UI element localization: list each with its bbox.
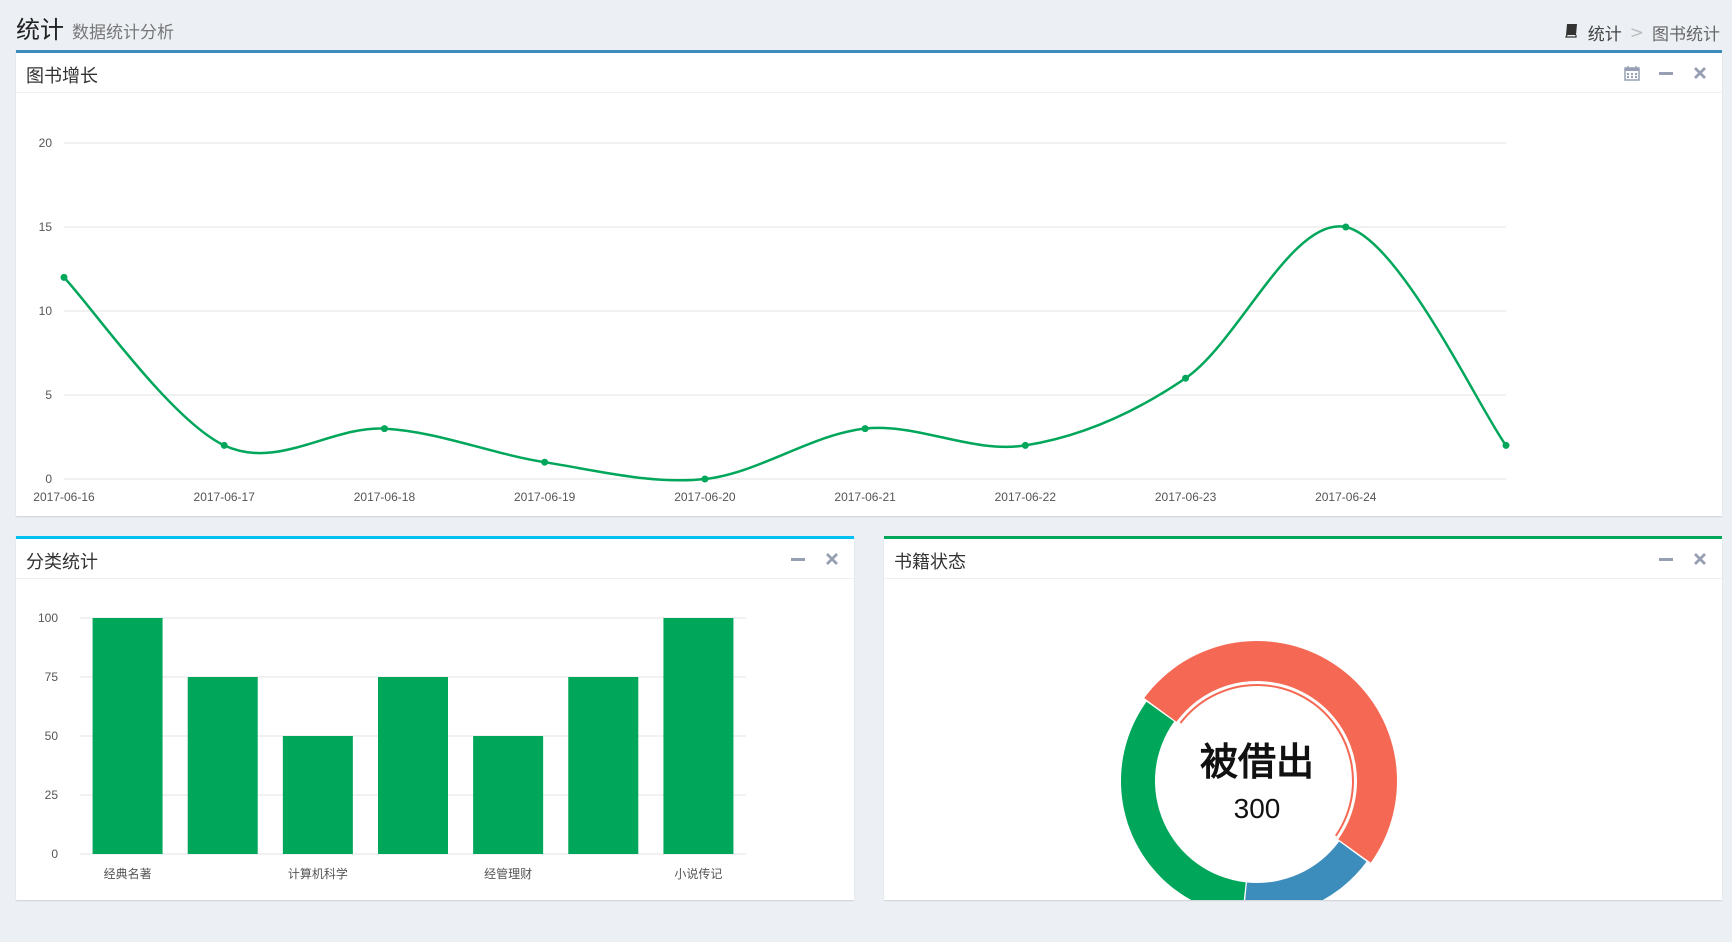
minimize-button[interactable]: [1656, 549, 1676, 569]
growth-line-chart: 0 5 10 15 20 2017-06-16 2017-06-17 2017-06-18 20…: [33, 136, 1510, 504]
book-icon: [1564, 22, 1580, 43]
category-panel-tools: [788, 549, 842, 569]
calendar-icon[interactable]: [1622, 63, 1642, 83]
y-tick-label: 20: [39, 136, 53, 150]
donut-slice[interactable]: [1244, 841, 1367, 900]
bar[interactable]: [568, 677, 639, 854]
y-tick-label: 50: [45, 729, 59, 743]
category-panel-title: 分类统计: [26, 552, 98, 573]
x-tick-label: 2017-06-19: [514, 490, 576, 504]
data-point[interactable]: [1502, 441, 1510, 449]
page-header: 统计 数据统计分析 统计 > 图书统计: [16, 6, 1720, 46]
x-tick-label: 小说传记: [674, 866, 722, 881]
bar[interactable]: [473, 736, 544, 854]
minus-icon: [1659, 72, 1673, 75]
growth-panel-title: 图书增长: [26, 66, 98, 87]
growth-panel-header: 图书增长: [16, 53, 1722, 93]
y-tick-label: 75: [45, 670, 59, 684]
x-tick-label: 2017-06-18: [354, 490, 416, 504]
x-tick-label: 计算机科学: [288, 866, 348, 881]
close-icon: [1694, 553, 1706, 565]
data-point[interactable]: [380, 425, 388, 433]
bar[interactable]: [187, 677, 258, 854]
minimize-button[interactable]: [788, 549, 808, 569]
minus-icon: [1659, 558, 1673, 561]
growth-line-series: [63, 225, 1508, 482]
y-tick-label: 5: [45, 388, 52, 402]
data-point[interactable]: [1182, 374, 1190, 382]
data-point[interactable]: [701, 475, 709, 483]
breadcrumb-separator: >: [1629, 22, 1644, 43]
growth-panel: 图书增长 0 5 10 15 20 2017-06-16 2017-06-17 2017-06…: [16, 50, 1722, 516]
x-tick-label: 2017-06-17: [194, 490, 256, 504]
donut-center-value: 300: [1234, 793, 1281, 824]
page-title: 统计: [16, 16, 64, 44]
category-bar-chart: 0 25 50 75 100 经典名著 计算机科学 经管理财 小说传记: [38, 611, 746, 881]
donut-slice[interactable]: [1121, 701, 1246, 900]
data-point[interactable]: [1342, 223, 1350, 231]
breadcrumb-current: 图书统计: [1652, 25, 1720, 45]
close-icon: [826, 553, 838, 565]
y-tick-label: 100: [38, 611, 58, 625]
close-icon: [1694, 67, 1706, 79]
x-tick-label: 2017-06-22: [995, 490, 1057, 504]
y-tick-label: 25: [45, 788, 59, 802]
status-panel: 书籍状态 被借出 300: [884, 536, 1722, 900]
breadcrumb: 统计 > 图书统计: [1564, 20, 1720, 45]
minimize-button[interactable]: [1656, 63, 1676, 83]
bar[interactable]: [92, 618, 163, 854]
y-tick-label: 10: [39, 304, 53, 318]
data-point[interactable]: [541, 458, 549, 466]
x-tick-label: 2017-06-20: [674, 490, 736, 504]
data-point[interactable]: [60, 273, 68, 281]
donut-center-label: 被借出: [1200, 740, 1314, 784]
data-point[interactable]: [220, 441, 228, 449]
status-panel-title: 书籍状态: [894, 552, 966, 573]
x-tick-label: 经管理财: [484, 866, 532, 881]
y-tick-label: 0: [45, 472, 52, 486]
close-button[interactable]: [1690, 63, 1710, 83]
growth-panel-tools: [1622, 63, 1710, 83]
breadcrumb-root[interactable]: 统计: [1588, 20, 1622, 45]
close-button[interactable]: [822, 549, 842, 569]
x-tick-label: 2017-06-16: [33, 490, 95, 504]
data-point[interactable]: [861, 425, 869, 433]
bar[interactable]: [663, 618, 734, 854]
data-point[interactable]: [1021, 441, 1029, 449]
page-subtitle: 数据统计分析: [72, 23, 174, 43]
status-donut-chart: 被借出 300: [1121, 640, 1398, 900]
category-panel: 分类统计 0 25 50 75 100 经典名著 计算机科学 经管理财 小说传记: [16, 536, 854, 900]
x-tick-label: 2017-06-23: [1155, 490, 1217, 504]
minus-icon: [791, 558, 805, 561]
bar[interactable]: [282, 736, 353, 854]
status-panel-tools: [1656, 549, 1710, 569]
x-tick-label: 2017-06-21: [834, 490, 896, 504]
status-panel-header: 书籍状态: [884, 539, 1722, 579]
close-button[interactable]: [1690, 549, 1710, 569]
x-tick-label: 2017-06-24: [1315, 490, 1377, 504]
y-tick-label: 0: [51, 847, 58, 861]
y-tick-label: 15: [39, 220, 53, 234]
category-panel-header: 分类统计: [16, 539, 854, 579]
bar[interactable]: [378, 677, 448, 854]
x-tick-label: 经典名著: [104, 866, 152, 881]
